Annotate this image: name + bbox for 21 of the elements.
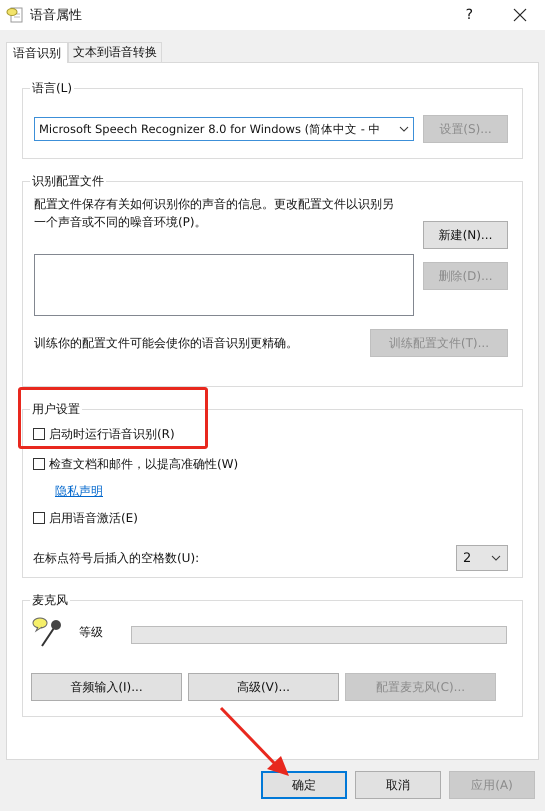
privacy-link[interactable]: 隐私声明 bbox=[55, 482, 103, 500]
spaces-dropdown[interactable]: 2 bbox=[456, 545, 508, 571]
level-label: 等级 bbox=[79, 624, 104, 640]
window-title: 语音属性 bbox=[30, 7, 82, 24]
microphone-button[interactable]: 高级(V)... bbox=[188, 673, 339, 701]
profile-description: 配置文件保存有关如何识别你的声音的信息。更改配置文件以识别另一个声音或不同的噪音环境(P)。 bbox=[34, 196, 395, 231]
dialog-button[interactable]: 确定 bbox=[261, 771, 347, 799]
dialog-button[interactable]: 取消 bbox=[355, 771, 441, 799]
group-title: 识别配置文件 bbox=[30, 173, 106, 190]
tab[interactable]: 语音识别 bbox=[6, 42, 68, 63]
checkbox-label[interactable]: 启动时运行语音识别(R) bbox=[49, 426, 175, 442]
training-hint: 训练你的配置文件可能会使你的语音识别更精确。 bbox=[34, 334, 298, 352]
checkbox-label[interactable]: 检查文档和邮件，以提高准确性(W) bbox=[49, 456, 238, 472]
group-title: 语言(L) bbox=[30, 80, 74, 97]
help-button[interactable]: ? bbox=[466, 7, 473, 23]
language-dropdown[interactable]: Microsoft Speech Recognizer 8.0 for Windows (简体中文 - 中 bbox=[34, 117, 414, 141]
checkbox-label[interactable]: 启用语音激活(E) bbox=[49, 510, 138, 526]
spaces-label: 在标点符号后插入的空格数(U): bbox=[33, 550, 200, 566]
microphone-button[interactable]: 音频输入(I)... bbox=[31, 673, 182, 701]
tab[interactable]: 文本到语音转换 bbox=[68, 42, 162, 62]
profile-button[interactable]: 新建(N)... bbox=[423, 221, 508, 249]
